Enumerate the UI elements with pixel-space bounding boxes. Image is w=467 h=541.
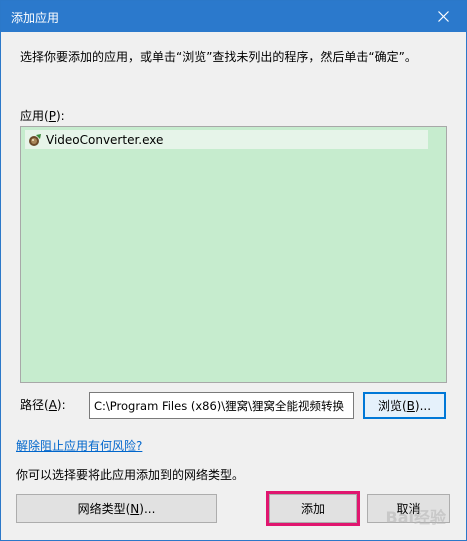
add-button[interactable]: 添加: [266, 491, 360, 526]
app-name: VideoConverter.exe: [46, 132, 164, 147]
close-icon: [437, 11, 449, 22]
instruction-text: 选择你要添加的应用，或单击“浏览”查找未列出的程序，然后单击“确定”。: [20, 50, 417, 64]
close-button[interactable]: [420, 1, 466, 32]
path-label: 路径(A):: [20, 398, 66, 412]
browse-button[interactable]: 浏览(B)...: [363, 392, 446, 419]
add-app-dialog: 添加应用 选择你要添加的应用，或单击“浏览”查找未列出的程序，然后单击“确定”。…: [0, 0, 467, 541]
window-title: 添加应用: [11, 11, 60, 25]
cancel-button[interactable]: 取消: [367, 494, 450, 523]
network-type-button[interactable]: 网络类型(N)...: [16, 494, 217, 523]
apps-list[interactable]: VideoConverter.exe: [20, 126, 447, 383]
path-input[interactable]: [89, 392, 354, 419]
network-description: 你可以选择要将此应用添加到的网络类型。: [16, 468, 245, 482]
title-bar[interactable]: 添加应用: [1, 1, 466, 32]
risk-help-link[interactable]: 解除阻止应用有何风险?: [16, 437, 142, 454]
apps-list-label: 应用(P):: [20, 109, 65, 123]
app-exe-icon: [28, 133, 42, 147]
list-item[interactable]: VideoConverter.exe: [25, 130, 428, 149]
dialog-body: 选择你要添加的应用，或单击“浏览”查找未列出的程序，然后单击“确定”。 应用(P…: [1, 32, 466, 540]
